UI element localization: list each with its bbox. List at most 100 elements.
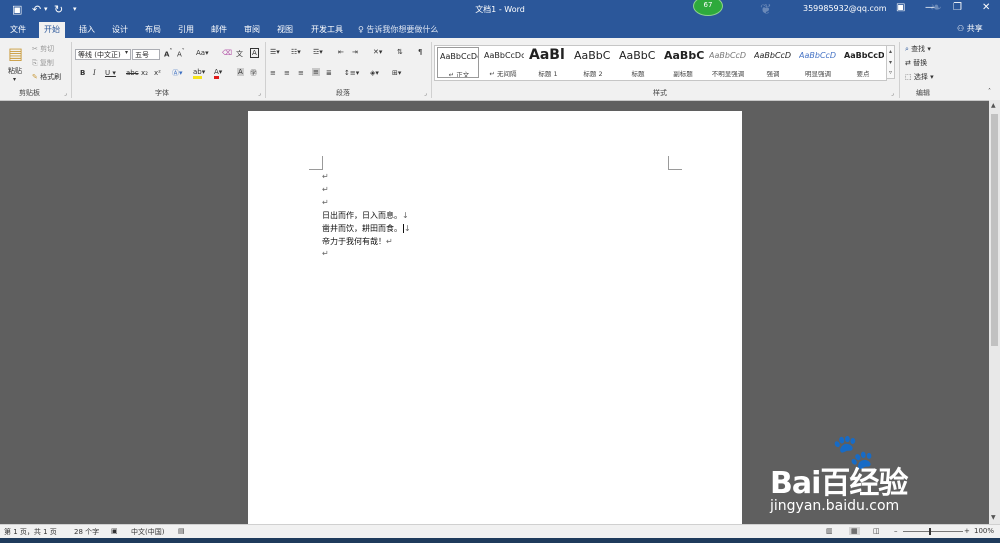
- language[interactable]: 中文(中国): [131, 527, 164, 537]
- italic-button[interactable]: I: [93, 69, 96, 77]
- gallery-more-icon[interactable]: ▿: [887, 68, 894, 78]
- close-icon[interactable]: ✕: [982, 2, 990, 13]
- paste-icon[interactable]: ▤: [8, 44, 23, 63]
- format-painter-button[interactable]: ✎ 格式刷: [32, 72, 61, 82]
- distributed-icon[interactable]: ≣: [326, 69, 332, 77]
- zoom-in-icon[interactable]: +: [964, 527, 970, 535]
- document-page[interactable]: ↵ ↵ ↵ 日出而作，日入而息。↓ 凿井而饮，耕田而食。 ↓ 帝力于我何有哉！↵ …: [248, 111, 742, 536]
- gallery-down-icon[interactable]: ▾: [887, 57, 894, 68]
- style-heading-2[interactable]: AaBbC 标题 2: [572, 47, 614, 78]
- chinese-layout-icon[interactable]: ✕▾: [373, 48, 382, 56]
- zoom-slider[interactable]: [903, 531, 963, 532]
- clear-formatting-icon[interactable]: ⌫: [222, 49, 232, 57]
- page-count[interactable]: 第 1 页，共 1 页: [4, 527, 57, 537]
- tab-design[interactable]: 设计: [112, 24, 128, 35]
- style-heading-1[interactable]: AaBl 标题 1: [527, 47, 569, 78]
- subscript-button[interactable]: x₂: [141, 69, 148, 77]
- scroll-up-icon[interactable]: ▲: [991, 102, 996, 109]
- style-no-spacing[interactable]: AaBbCcDc ↵ 无间隔: [482, 47, 524, 78]
- character-border-icon[interactable]: A: [250, 48, 259, 58]
- share-button[interactable]: ⚇ 共享: [957, 23, 983, 34]
- tab-view[interactable]: 视图: [277, 24, 293, 35]
- ribbon-display-icon[interactable]: ▣: [896, 2, 905, 13]
- multilevel-list-icon[interactable]: ☲▾: [313, 48, 323, 56]
- shrink-font-icon[interactable]: A˅: [177, 49, 185, 58]
- tab-developer[interactable]: 开发工具: [311, 24, 343, 35]
- grow-font-icon[interactable]: A˄: [164, 49, 172, 58]
- decrease-indent-icon[interactable]: ⇤: [338, 48, 344, 56]
- show-marks-icon[interactable]: ¶: [418, 48, 422, 56]
- change-case-icon[interactable]: Aa▾: [196, 49, 209, 57]
- scrollbar-thumb[interactable]: [991, 114, 998, 346]
- paste-label[interactable]: 粘贴: [8, 66, 22, 76]
- paragraph-2[interactable]: ↵: [322, 185, 329, 194]
- align-center-icon[interactable]: ≡: [284, 69, 290, 77]
- strikethrough-button[interactable]: abc: [126, 69, 139, 77]
- underline-button[interactable]: U ▾: [105, 69, 116, 77]
- cut-button[interactable]: ✂ 剪切: [32, 44, 54, 54]
- superscript-button[interactable]: x²: [154, 69, 161, 77]
- paste-dropdown-icon[interactable]: ▾: [13, 76, 16, 83]
- tab-layout[interactable]: 布局: [145, 24, 161, 35]
- sort-icon[interactable]: ⇅: [397, 48, 403, 56]
- text-effects-icon[interactable]: Ⓐ▾: [172, 68, 183, 78]
- phonetic-guide-icon[interactable]: 文: [236, 49, 243, 59]
- font-name-dropdown-icon[interactable]: ▾: [125, 49, 128, 56]
- tab-insert[interactable]: 插入: [79, 24, 95, 35]
- zoom-level[interactable]: 100%: [974, 527, 994, 535]
- styles-gallery-scroll[interactable]: ▴ ▾ ▿: [886, 45, 895, 79]
- tab-mailings[interactable]: 邮件: [211, 24, 227, 35]
- gallery-up-icon[interactable]: ▴: [887, 46, 894, 57]
- select-button[interactable]: ⬚ 选择 ▾: [905, 72, 934, 82]
- style-subtle-emphasis[interactable]: AaBbCcD 不明显强调: [707, 47, 749, 78]
- shading-icon[interactable]: ◈▾: [370, 69, 379, 77]
- font-name-combo[interactable]: 等线 (中文正): [75, 49, 131, 60]
- tab-review[interactable]: 审阅: [244, 24, 260, 35]
- paragraph-4[interactable]: 日出而作，日入而息。↓: [322, 210, 409, 221]
- style-normal[interactable]: AaBbCcDc ↵ 正文: [437, 47, 479, 78]
- proofing-icon[interactable]: ▣: [111, 527, 118, 535]
- paragraph-launcher-icon[interactable]: ⌟: [424, 90, 427, 97]
- align-left-icon[interactable]: ≡: [270, 69, 276, 77]
- scroll-down-icon[interactable]: ▼: [991, 514, 996, 521]
- tab-home[interactable]: 开始: [39, 22, 65, 38]
- bold-button[interactable]: B: [80, 69, 85, 77]
- paragraph-7[interactable]: ↵: [322, 249, 329, 258]
- paragraph-3[interactable]: ↵: [322, 198, 329, 207]
- style-intense-emphasis[interactable]: AaBbCcD 明显强调: [797, 47, 839, 78]
- borders-icon[interactable]: ⊞▾: [392, 69, 401, 77]
- user-account[interactable]: 359985932@qq.com: [803, 4, 887, 13]
- tab-file[interactable]: 文件: [10, 24, 26, 35]
- font-size-combo[interactable]: 五号: [132, 49, 160, 60]
- word-count[interactable]: 28 个字: [74, 527, 99, 537]
- enclose-characters-icon[interactable]: ㊫: [250, 68, 257, 78]
- replace-button[interactable]: ⇄ 替换: [905, 58, 927, 68]
- bullets-icon[interactable]: ☰▾: [270, 48, 280, 56]
- paragraph-6[interactable]: 帝力于我何有哉！↵: [322, 236, 393, 247]
- minimize-icon[interactable]: —: [925, 2, 935, 13]
- web-layout-icon[interactable]: ◫: [873, 527, 880, 535]
- paragraph-1[interactable]: ↵: [322, 172, 329, 181]
- style-subtitle[interactable]: AaBbC 副标题: [662, 47, 704, 78]
- copy-button[interactable]: ⎘ 复制: [32, 58, 54, 68]
- numbering-icon[interactable]: ☷▾: [291, 48, 301, 56]
- zoom-out-icon[interactable]: –: [894, 527, 898, 535]
- font-color-icon[interactable]: A▾: [214, 68, 222, 79]
- style-title[interactable]: AaBbC 标题: [617, 47, 659, 78]
- collapse-ribbon-icon[interactable]: ˄: [988, 88, 991, 95]
- highlight-icon[interactable]: ab▾: [193, 68, 205, 79]
- tab-references[interactable]: 引用: [178, 24, 194, 35]
- font-launcher-icon[interactable]: ⌟: [258, 90, 261, 97]
- macro-recording-icon[interactable]: ▤: [178, 527, 185, 535]
- increase-indent-icon[interactable]: ⇥: [352, 48, 358, 56]
- vertical-scrollbar[interactable]: ▲ ▼: [989, 100, 1000, 524]
- justify-icon[interactable]: ≡: [312, 68, 320, 76]
- styles-launcher-icon[interactable]: ⌟: [891, 90, 894, 97]
- style-emphasis[interactable]: AaBbCcD 强调: [752, 47, 794, 78]
- style-strong[interactable]: AaBbCcD 要点: [842, 47, 884, 78]
- align-right-icon[interactable]: ≡: [298, 69, 304, 77]
- restore-icon[interactable]: ❐: [953, 2, 962, 13]
- line-spacing-icon[interactable]: ↕≡▾: [344, 69, 359, 77]
- clipboard-launcher-icon[interactable]: ⌟: [64, 90, 67, 97]
- print-layout-icon[interactable]: ▦: [849, 527, 860, 535]
